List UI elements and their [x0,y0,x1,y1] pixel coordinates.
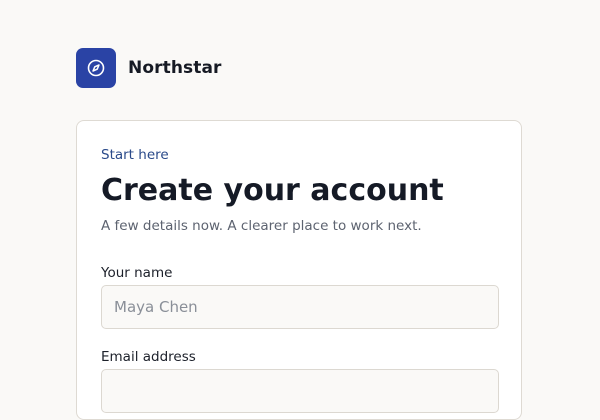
name-input[interactable] [101,285,499,329]
name-label: Your name [101,265,173,281]
page-title: Create your account [101,173,444,208]
brand-name: Northstar [128,58,222,78]
compass-icon [76,48,116,88]
signup-card: Start here Create your account A few det… [76,120,522,420]
email-input[interactable] [101,369,499,413]
email-label: Email address [101,349,196,365]
eyebrow-text: Start here [101,147,169,163]
page-subtitle: A few details now. A clearer place to wo… [101,218,422,234]
brand: Northstar [76,48,222,88]
